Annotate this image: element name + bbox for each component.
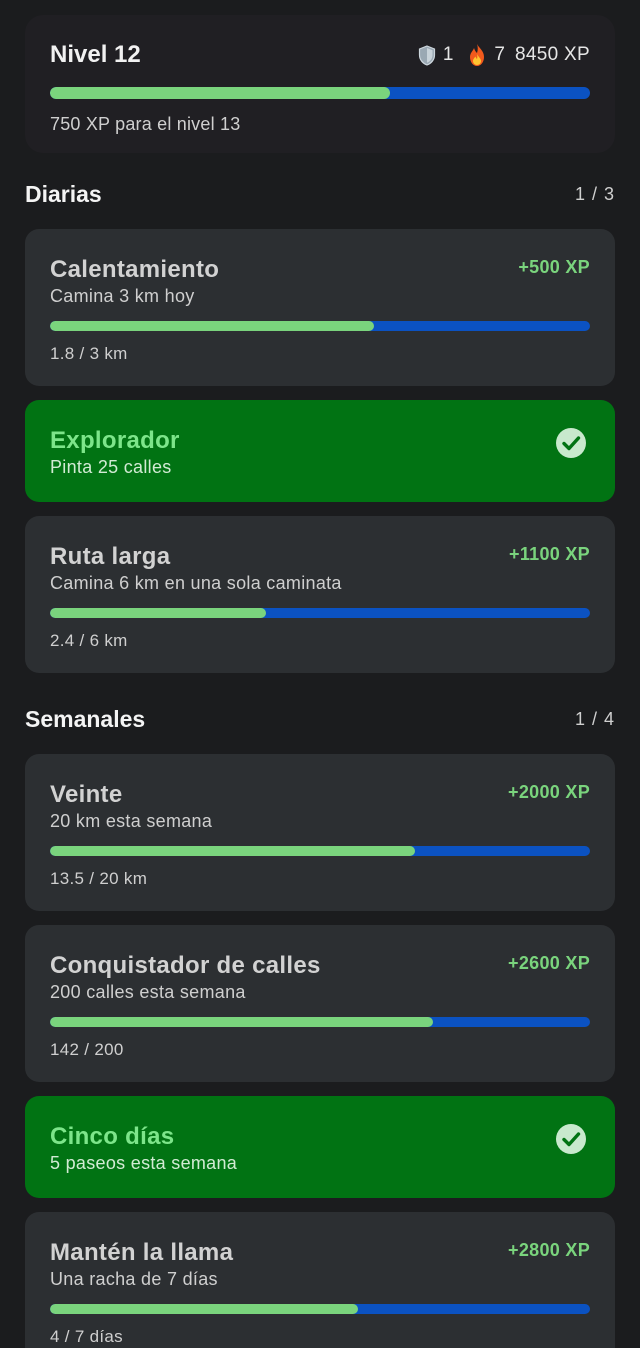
mission-reward: +2800 XP [508, 1240, 590, 1260]
mission-reward: +2600 XP [508, 953, 590, 973]
mission-title: Ruta larga [50, 543, 171, 570]
mission-description: Pinta 25 calles [50, 457, 172, 477]
next-level-text: 750 XP para el nivel 13 [50, 114, 241, 134]
mission-card[interactable]: Conquistador de calles 200 calles esta s… [25, 925, 615, 1082]
mission-title: Explorador [50, 427, 180, 454]
stats-bar: 1 7 8450 XP [418, 43, 590, 67]
mission-reward: +2000 XP [508, 782, 590, 802]
mission-card[interactable]: Veinte 20 km esta semana +2000 XP 13.5 /… [25, 754, 615, 911]
mission-progress-bar [50, 1017, 590, 1027]
daily-section-title: Diarias [25, 181, 102, 207]
mission-reward: +500 XP [518, 257, 590, 277]
flame-icon [470, 44, 485, 66]
shield-count: 1 [442, 44, 454, 65]
weekly-section-title: Semanales [25, 706, 146, 732]
mission-card[interactable]: Calentamiento Camina 3 km hoy +500 XP 1.… [25, 229, 615, 386]
mission-card[interactable]: Mantén la llama Una racha de 7 días +280… [25, 1212, 615, 1348]
level-progress-fill [50, 87, 391, 99]
missions-screen: Nivel 12 1 7 8450 XP 750 XP para el nive… [0, 0, 640, 1348]
level-progress-bar [50, 87, 590, 99]
mission-progress-bar [50, 608, 590, 618]
mission-progress-bar [50, 846, 590, 856]
mission-progress-text: 13.5 / 20 km [50, 869, 148, 888]
mission-title: Mantén la llama [50, 1239, 234, 1266]
mission-description: Una racha de 7 días [50, 1269, 218, 1289]
level-card: Nivel 12 1 7 8450 XP 750 XP para el nive… [25, 15, 615, 153]
mission-progress-fill [50, 1017, 434, 1027]
mission-progress-fill [50, 321, 374, 331]
mission-card-completed[interactable]: Explorador Pinta 25 calles [25, 400, 615, 502]
mission-title: Conquistador de calles [50, 952, 321, 979]
check-circle-icon [556, 428, 586, 458]
mission-card[interactable]: Ruta larga Camina 6 km en una sola camin… [25, 516, 615, 673]
mission-title: Calentamiento [50, 256, 220, 283]
weekly-section-count: 1 / 4 [574, 709, 615, 729]
level-title: Nivel 12 [50, 41, 141, 68]
mission-progress-text: 2.4 / 6 km [50, 631, 128, 650]
mission-title: Veinte [50, 781, 123, 808]
streak-count: 7 [494, 44, 505, 65]
mission-title: Cinco días [50, 1123, 175, 1150]
mission-progress-text: 4 / 7 días [50, 1327, 123, 1346]
total-xp: 8450 XP [515, 44, 590, 65]
mission-progress-fill [50, 1304, 359, 1314]
mission-progress-fill [50, 608, 266, 618]
mission-description: 5 paseos esta semana [50, 1153, 238, 1173]
mission-reward: +1100 XP [509, 544, 590, 564]
daily-section-count: 1 / 3 [574, 184, 615, 204]
shield-icon [418, 44, 435, 66]
mission-progress-text: 1.8 / 3 km [50, 344, 128, 363]
mission-description: 20 km esta semana [50, 811, 213, 831]
mission-progress-bar [50, 321, 590, 331]
check-circle-icon [556, 1124, 586, 1154]
mission-progress-text: 142 / 200 [50, 1040, 124, 1059]
mission-description: Camina 6 km en una sola caminata [50, 573, 342, 593]
mission-description: 200 calles esta semana [50, 982, 246, 1002]
mission-card-completed[interactable]: Cinco días 5 paseos esta semana [25, 1096, 615, 1198]
mission-progress-fill [50, 846, 415, 856]
mission-description: Camina 3 km hoy [50, 286, 195, 306]
mission-progress-bar [50, 1304, 590, 1314]
